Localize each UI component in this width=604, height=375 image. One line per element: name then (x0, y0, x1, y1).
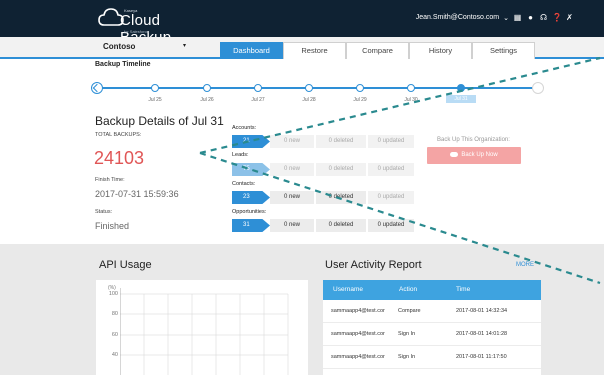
object-deleted[interactable]: 0 deleted (316, 191, 366, 204)
tab-history[interactable]: History (409, 42, 472, 59)
object-name: Contacts: (232, 181, 256, 187)
object-updated[interactable]: 0 updated (368, 163, 414, 176)
object-name: Opportunities: (232, 209, 267, 215)
object-new[interactable]: 0 new (270, 219, 314, 232)
timeline-point[interactable] (254, 84, 262, 92)
help-icon[interactable]: ❓ (552, 13, 562, 22)
tab-dashboard[interactable]: Dashboard (220, 42, 283, 59)
timeline-point-selected[interactable] (457, 84, 465, 92)
brand-subtitle: for Salesforce (124, 29, 149, 34)
object-deleted[interactable]: 0 deleted (316, 135, 366, 148)
object-count[interactable]: 21 (232, 135, 270, 148)
backup-panel: Backup Timeline Jul 25 Jul 26 Jul 27 Jul… (0, 59, 604, 244)
cell-time: 2017-08-01 14:01:28 (456, 331, 508, 337)
backup-now-button[interactable]: Back Up Now (427, 147, 521, 164)
cell-username: sammaapp4@test.cor (331, 308, 385, 314)
object-updated[interactable]: 0 updated (368, 219, 414, 232)
table-row[interactable]: sammaapp4@test.cor Sign In 2017-08-01 11… (323, 346, 541, 369)
user-email[interactable]: Jean.Smith@Contoso.com (416, 14, 499, 21)
cell-time: 2017-08-01 11:17:50 (456, 354, 507, 360)
timeline-back-icon[interactable] (91, 82, 103, 94)
tab-bar: Contoso ▾ Dashboard Restore Compare Hist… (0, 37, 604, 59)
timeline-forward-icon[interactable] (532, 82, 544, 94)
status-label: Status: (95, 209, 113, 215)
finish-time-label: Finish Time: (95, 177, 125, 183)
cell-action: Sign In (398, 331, 416, 337)
api-usage-title: API Usage (99, 259, 152, 271)
api-usage-chart (120, 288, 289, 375)
timeline-date: Jul 27 (251, 97, 265, 103)
column-time: Time (456, 286, 471, 293)
timeline-date: Jul 30 (404, 97, 418, 103)
column-action: Action (399, 286, 418, 293)
tab-settings[interactable]: Settings (472, 42, 535, 59)
object-updated[interactable]: 0 updated (368, 191, 414, 204)
app-frame: Kaseya Cloud Backup for Salesforce Jean.… (0, 0, 604, 375)
y-tick-label: 60 (111, 332, 118, 338)
y-tick-label: 40 (111, 352, 118, 358)
backup-now-label: Back Up Now (461, 152, 498, 158)
y-tick-label: 80 (111, 311, 118, 317)
total-backups-value: 24103 (94, 148, 145, 168)
tools-icon[interactable]: ✗ (565, 13, 574, 22)
finish-time-value: 2017-07-31 15:59:36 (95, 189, 179, 199)
more-link[interactable]: MORE (516, 262, 534, 268)
timeline-title: Backup Timeline (95, 61, 151, 68)
timeline-point[interactable] (151, 84, 159, 92)
activity-report-title: User Activity Report (325, 259, 422, 271)
cell-time: 2017-08-01 14:32:34 (456, 308, 508, 314)
tab-compare[interactable]: Compare (346, 42, 409, 59)
timeline-date: Jul 29 (353, 97, 367, 103)
tab-restore[interactable]: Restore (283, 42, 346, 59)
header-actions: Jean.Smith@Contoso.com ⌄ ▦ ● ☊ ❓ ✗ (416, 13, 574, 22)
app-logo[interactable]: Kaseya Cloud Backup for Salesforce (98, 5, 208, 46)
user-menu-caret[interactable]: ⌄ (503, 14, 509, 22)
timeline-date: Jul 25 (148, 97, 162, 103)
table-row[interactable]: sammaapp4@test.cor Sign In 2017-08-01 14… (323, 323, 541, 346)
timeline-track (95, 87, 535, 89)
grid-icon[interactable]: ▦ (513, 13, 522, 22)
object-count[interactable]: 31 (232, 219, 270, 232)
object-new[interactable]: 0 new (270, 191, 314, 204)
object-count[interactable]: 75 (232, 163, 270, 176)
support-icon[interactable]: ☊ (539, 13, 548, 22)
object-name: Leads: (232, 152, 249, 158)
object-count[interactable]: 23 (232, 191, 270, 204)
timeline-date-selected: Jul 31 (446, 95, 476, 103)
timeline-point[interactable] (203, 84, 211, 92)
object-deleted[interactable]: 0 deleted (316, 163, 366, 176)
y-tick-label: 100 (108, 291, 118, 297)
top-bar: Kaseya Cloud Backup for Salesforce Jean.… (0, 0, 604, 46)
timeline-point[interactable] (356, 84, 364, 92)
object-updated[interactable]: 0 updated (368, 135, 414, 148)
table-row[interactable]: sammaapp4@test.cor Compare 2017-08-01 14… (323, 300, 541, 323)
chevron-down-icon[interactable]: ▾ (183, 42, 186, 49)
timeline-date: Jul 28 (302, 97, 316, 103)
activity-table-header: Username Action Time (323, 280, 541, 300)
total-backups-label: TOTAL BACKUPS: (95, 132, 142, 138)
cell-username: sammaapp4@test.cor (331, 354, 385, 360)
cloud-icon (450, 151, 459, 157)
timeline-point[interactable] (305, 84, 313, 92)
status-value: Finished (95, 221, 130, 231)
globe-icon[interactable]: ● (526, 13, 535, 22)
backup-org-label: Back Up This Organization: (437, 137, 510, 143)
object-new[interactable]: 0 new (270, 135, 314, 148)
org-selector[interactable]: Contoso (103, 42, 135, 51)
object-new[interactable]: 0 new (270, 163, 314, 176)
timeline-date: Jul 26 (200, 97, 214, 103)
cell-username: sammaapp4@test.cor (331, 331, 385, 337)
object-deleted[interactable]: 0 deleted (316, 219, 366, 232)
timeline-point[interactable] (407, 84, 415, 92)
cell-action: Sign In (398, 354, 416, 360)
activity-table: sammaapp4@test.cor Compare 2017-08-01 14… (323, 300, 541, 375)
object-name: Accounts: (232, 125, 257, 131)
column-username: Username (333, 286, 363, 293)
backup-details-title: Backup Details of Jul 31 (95, 114, 224, 128)
cell-action: Compare (398, 308, 421, 314)
